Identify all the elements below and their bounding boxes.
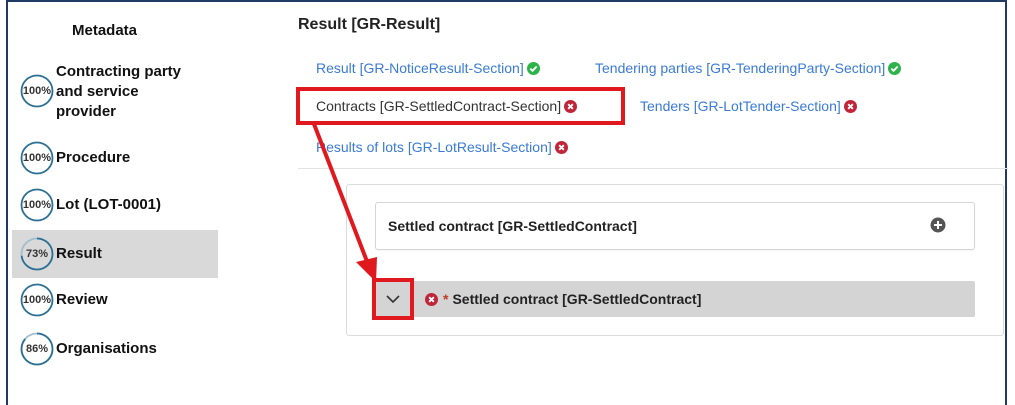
- progress-ring: 100%: [20, 74, 54, 108]
- settled-contract-item[interactable]: * Settled contract [GR-SettledContract]: [375, 281, 975, 317]
- sidebar-item-label: Result: [56, 245, 102, 262]
- progress-ring: 73%: [20, 237, 54, 271]
- progress-percent: 86%: [25, 343, 49, 355]
- page-title: Result [GR-Result]: [298, 16, 441, 33]
- progress-percent: 100%: [22, 199, 52, 211]
- progress-percent: 73%: [25, 248, 49, 260]
- sidebar-item-procedure[interactable]: 100% Procedure: [12, 141, 218, 179]
- settled-contract-group: Settled contract [GR-SettledContract]: [375, 202, 975, 250]
- sidebar-item-result[interactable]: 73% Result: [12, 230, 218, 278]
- annotation-highlight-chevron: [372, 278, 414, 320]
- settled-contract-panel: Settled contract [GR-SettledContract] * S…: [346, 184, 1004, 336]
- sidebar-item-lot[interactable]: 100% Lot (LOT-0001): [12, 188, 218, 226]
- error-circle-icon: [425, 293, 438, 306]
- tabs-divider: [298, 168, 1008, 169]
- sidebar-item-label: Procedure: [56, 149, 131, 166]
- sidebar-metadata-label: Metadata: [72, 22, 138, 39]
- settled-contract-group-title: Settled contract [GR-SettledContract]: [388, 218, 637, 234]
- check-circle-icon: [888, 61, 902, 75]
- tab-tendering-party[interactable]: Tendering parties [GR-TenderingParty-Sec…: [595, 60, 902, 76]
- main-content: Result [GR-Result] Result [GR-NoticeResu…: [298, 0, 1008, 405]
- progress-percent: 100%: [22, 85, 52, 97]
- error-circle-icon: [554, 140, 568, 154]
- progress-percent: 100%: [22, 152, 52, 164]
- sidebar-item-label: Organisations: [56, 340, 157, 357]
- settled-contract-item-title: * Settled contract [GR-SettledContract]: [443, 291, 702, 307]
- tab-notice-result[interactable]: Result [GR-NoticeResult-Section]: [316, 60, 540, 76]
- tab-lot-tender[interactable]: Tenders [GR-LotTender-Section]: [640, 98, 857, 114]
- check-circle-icon: [526, 61, 540, 75]
- tab-label: Results of lots [GR-LotResult-Section]: [316, 139, 552, 155]
- sidebar-item-organisations[interactable]: 86% Organisations: [12, 332, 218, 370]
- progress-percent: 100%: [22, 294, 52, 306]
- tab-label: Tendering parties [GR-TenderingParty-Sec…: [595, 60, 886, 76]
- sidebar-item-contracting-party[interactable]: 100% Contracting party and service provi…: [12, 62, 218, 132]
- sidebar-item-label: Review: [56, 291, 108, 308]
- sidebar-item-label: Contracting party and service provider: [56, 63, 182, 120]
- error-circle-icon: [843, 99, 857, 113]
- required-marker: *: [443, 291, 449, 307]
- sidebar-item-review[interactable]: 100% Review: [12, 283, 218, 321]
- tab-label: Result [GR-NoticeResult-Section]: [316, 60, 524, 76]
- annotation-highlight-tab: [296, 87, 625, 125]
- tab-lot-result[interactable]: Results of lots [GR-LotResult-Section]: [316, 139, 568, 155]
- progress-ring: 100%: [20, 283, 54, 317]
- sidebar: Metadata 100% Contracting party and serv…: [8, 0, 218, 405]
- add-circle-icon[interactable]: [930, 217, 946, 233]
- progress-ring: 100%: [20, 188, 54, 222]
- progress-ring: 100%: [20, 141, 54, 175]
- progress-ring: 86%: [20, 332, 54, 366]
- sidebar-item-label: Lot (LOT-0001): [56, 196, 162, 213]
- tab-label: Tenders [GR-LotTender-Section]: [640, 98, 841, 114]
